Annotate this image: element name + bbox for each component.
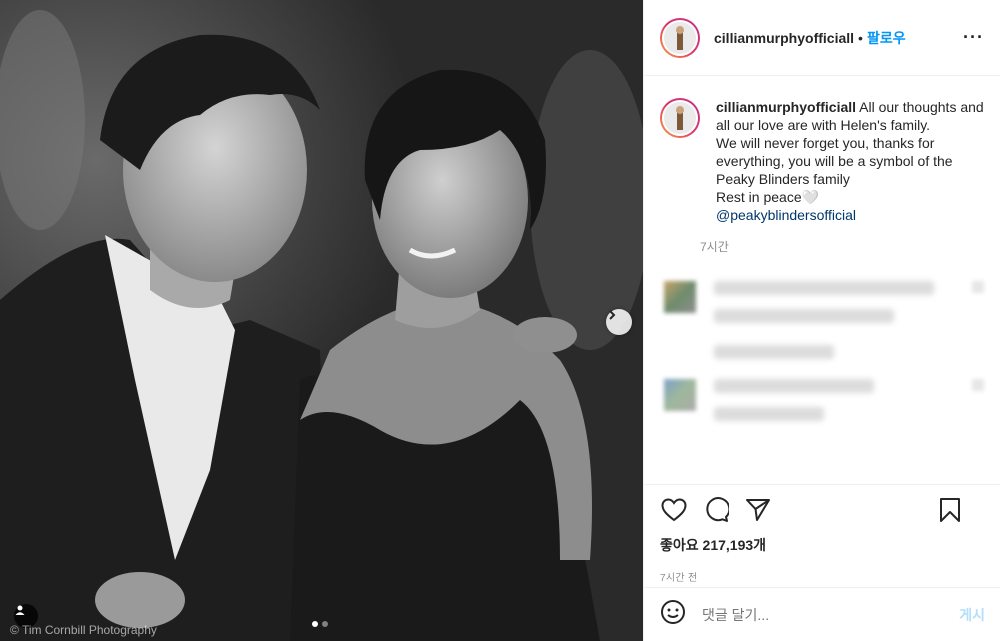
caption-avatar[interactable]	[660, 98, 700, 138]
post-photo: © Tim Cornbill Photography	[0, 0, 643, 641]
like-count[interactable]: 좋아요 217,193개	[660, 535, 984, 555]
add-comment-bar: 게시	[644, 587, 1000, 641]
caption-line: We will never forget you, thanks for eve…	[716, 135, 953, 187]
next-photo-button[interactable]	[606, 309, 632, 335]
comments-section: cillianmurphyofficiall All our thoughts …	[644, 76, 1000, 484]
caption-text: cillianmurphyofficiall All our thoughts …	[716, 98, 986, 224]
blurred-comment-text	[714, 281, 934, 295]
carousel-indicator	[312, 621, 328, 627]
comment-icon	[703, 496, 731, 528]
share-button[interactable]	[744, 498, 772, 526]
comment-input[interactable]	[702, 606, 960, 623]
post-comment-button[interactable]: 게시	[959, 605, 985, 625]
header-username[interactable]: cillianmurphyofficiall	[714, 30, 854, 46]
comment-item	[660, 281, 984, 373]
comment-item	[660, 379, 984, 435]
comment-body	[714, 379, 964, 435]
caption-time: 7시간	[700, 240, 729, 254]
save-button[interactable]	[936, 497, 964, 528]
comment-like-icon[interactable]	[972, 281, 984, 293]
header-separator: •	[858, 29, 863, 46]
caption-line: Rest in peace🤍	[716, 189, 820, 205]
action-icons	[660, 496, 984, 528]
blurred-comment-meta	[714, 407, 824, 421]
avatar-image	[662, 19, 698, 56]
comment-like-icon[interactable]	[972, 379, 984, 391]
blurred-comment-text	[714, 309, 894, 323]
comment-body	[714, 281, 964, 373]
caption-username[interactable]: cillianmurphyofficiall	[716, 99, 856, 115]
caption-body: cillianmurphyofficiall All our thoughts …	[700, 98, 986, 255]
photo-illustration	[0, 0, 643, 641]
profile-avatar[interactable]	[660, 17, 700, 58]
comment-avatar	[664, 379, 696, 411]
caption-row: cillianmurphyofficiall All our thoughts …	[660, 98, 984, 255]
carousel-dot	[322, 621, 328, 627]
more-options-icon[interactable]: ···	[963, 27, 984, 48]
like-button[interactable]	[660, 497, 688, 527]
comment-avatar	[664, 281, 696, 313]
bookmark-icon	[939, 497, 961, 528]
caption-mention[interactable]: @peakyblindersofficial	[716, 207, 856, 223]
avatar-image	[662, 100, 698, 136]
carousel-dot	[312, 621, 318, 627]
post-actions: 좋아요 217,193개 7시간 전 게시	[644, 484, 1000, 641]
comment-button[interactable]	[702, 496, 731, 528]
post-timestamp[interactable]: 7시간 전	[660, 569, 984, 584]
post-sidebar: cillianmurphyofficiall • 팔로우 ··· cillian…	[643, 0, 1000, 641]
follow-button[interactable]: 팔로우	[867, 28, 906, 48]
blurred-comment-meta	[714, 345, 834, 359]
blurred-comment-text	[714, 379, 874, 393]
share-icon	[745, 498, 771, 527]
heart-icon	[661, 497, 687, 527]
photo-credit: © Tim Cornbill Photography	[10, 623, 157, 637]
emoji-icon[interactable]	[660, 599, 686, 630]
post-header: cillianmurphyofficiall • 팔로우 ···	[644, 0, 1000, 76]
